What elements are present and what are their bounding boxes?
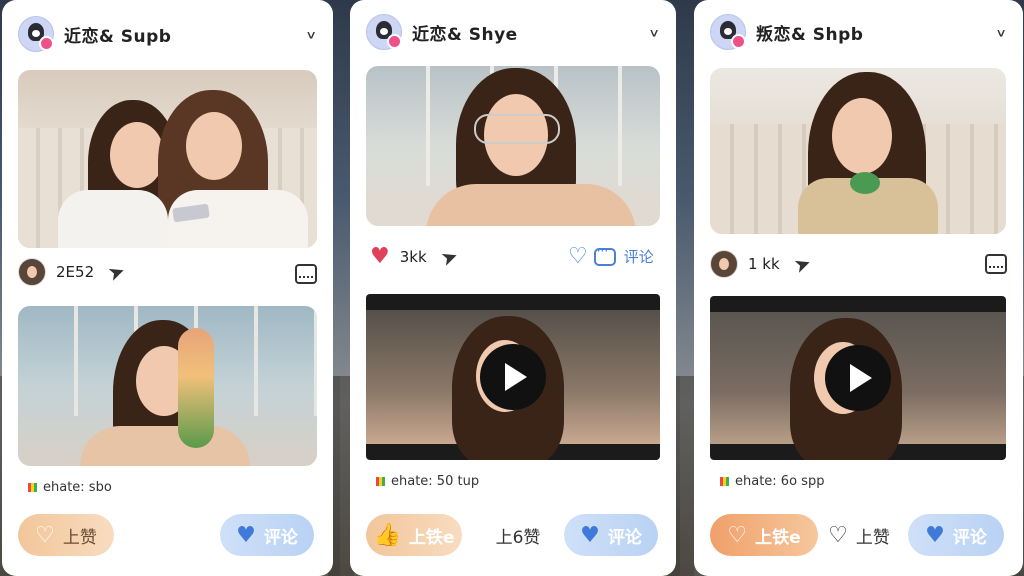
heart-icon: ♥: [580, 522, 600, 548]
heart-outline-icon: ♡: [727, 522, 748, 548]
post-photo[interactable]: [366, 66, 660, 226]
like-label: 上铁e: [408, 527, 455, 548]
heart-icon: ♥: [925, 522, 945, 548]
status-text: ehate: sbo: [43, 480, 112, 495]
send-icon[interactable]: ➤: [790, 250, 814, 278]
stat-count: 1 kk: [748, 255, 780, 273]
avatar[interactable]: [18, 16, 54, 52]
heart-icon[interactable]: ♥: [370, 244, 390, 269]
comment-label: 评论: [263, 527, 298, 548]
comment-label: 评论: [607, 527, 642, 548]
play-icon[interactable]: [480, 344, 546, 410]
post-card: 近恋& Shye ∨ ♥ 3kk ➤ ♡ 评论 ehate: 50 tup 👍 …: [350, 0, 676, 576]
username[interactable]: 近恋& Shye: [412, 20, 518, 45]
chevron-down-icon[interactable]: ∨: [648, 25, 660, 38]
send-icon[interactable]: ➤: [105, 258, 129, 286]
avatar[interactable]: [710, 250, 738, 278]
post-photo[interactable]: [18, 70, 317, 248]
avatar[interactable]: [710, 14, 746, 50]
post-stats-row: ♥ 3kk ➤: [370, 242, 461, 270]
film-icon[interactable]: [985, 254, 1007, 274]
stat-count: 3kk: [399, 247, 427, 266]
heart-outline-icon: ♡: [35, 522, 55, 548]
secondary-like-label: 上6赞: [495, 527, 541, 548]
play-icon[interactable]: [825, 345, 891, 411]
heart-icon: ♥: [236, 522, 256, 548]
post-stats-row: 1 kk ➤: [710, 250, 814, 278]
comment-button[interactable]: ♥ 评论: [220, 514, 314, 556]
status-line: ehate: sbo: [28, 480, 112, 495]
heart-outline-icon: ♡: [828, 522, 848, 548]
like-button[interactable]: ♡ 上赞: [18, 514, 114, 556]
status-line: ehate: 50 tup: [376, 474, 479, 489]
heart-outline-icon[interactable]: ♡: [568, 244, 588, 269]
video-player[interactable]: [366, 294, 660, 460]
like-button[interactable]: 👍 上铁e: [366, 514, 462, 556]
avatar[interactable]: [366, 14, 402, 50]
stat-count: 2E52: [56, 263, 95, 281]
comment-button[interactable]: ♥ 评论: [908, 514, 1004, 556]
chevron-down-icon[interactable]: ∨: [305, 27, 317, 40]
secondary-like-button[interactable]: 上6赞: [478, 514, 558, 556]
status-text: ehate: 6o spp: [735, 474, 825, 489]
send-icon[interactable]: ➤: [437, 242, 461, 270]
comment-row[interactable]: ♡ 评论: [568, 244, 654, 270]
post-header: 叛恋& Shpb ∨: [710, 12, 1007, 52]
post-stats-row: 2E52 ➤: [18, 258, 129, 286]
status-color-icon: [28, 483, 37, 492]
username[interactable]: 叛恋& Shpb: [756, 20, 863, 45]
like-button[interactable]: ♡ 上铁e: [710, 514, 818, 556]
post-header: 近恋& Shye ∨: [366, 12, 660, 52]
status-text: ehate: 50 tup: [391, 474, 480, 489]
status-color-icon: [720, 477, 729, 486]
username[interactable]: 近恋& Supb: [64, 22, 171, 47]
post-card: 近恋& Supb ∨ 2E52 ➤ ehate: sbo ♡ 上赞 ♥ 评论: [2, 0, 333, 576]
post-photo[interactable]: [18, 306, 317, 466]
secondary-like-label: 上赞: [855, 527, 890, 548]
like-label: 上铁e: [755, 527, 801, 548]
secondary-like-button[interactable]: ♡ 上赞: [818, 514, 900, 556]
thumbs-up-icon: 👍: [373, 522, 401, 548]
like-label: 上赞: [62, 527, 97, 548]
post-header: 近恋& Supb ∨: [18, 14, 317, 54]
chevron-down-icon[interactable]: ∨: [995, 25, 1007, 38]
film-icon[interactable]: [295, 264, 317, 284]
comment-label: 评论: [952, 527, 987, 548]
video-player[interactable]: [710, 296, 1006, 460]
post-card: 叛恋& Shpb ∨ 1 kk ➤ ehate: 6o spp ♡ 上铁e ♡ …: [694, 0, 1023, 576]
post-photo[interactable]: [710, 68, 1006, 234]
avatar[interactable]: [18, 258, 46, 286]
status-line: ehate: 6o spp: [720, 474, 824, 489]
comment-icon[interactable]: [593, 244, 616, 266]
comment-button[interactable]: ♥ 评论: [564, 514, 658, 556]
status-color-icon: [376, 477, 385, 486]
comment-link[interactable]: 评论: [624, 246, 654, 267]
